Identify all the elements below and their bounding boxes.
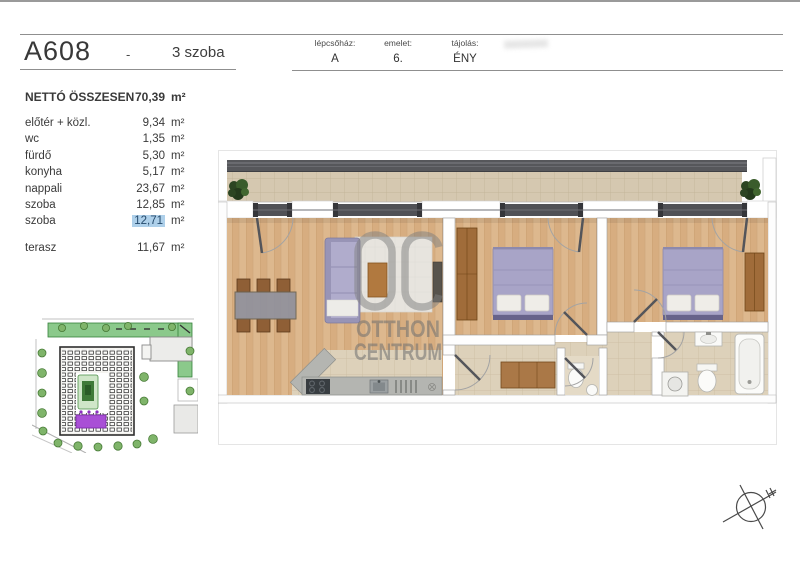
area-row: konyha 5,17 m²: [0, 166, 200, 181]
meta-staircase: lépcsőház: A: [300, 38, 370, 65]
room-count: 3 szoba: [172, 44, 225, 61]
floorplan-sheet: A608 - 3 szoba lépcsőház: A emelet: 6. t…: [0, 0, 800, 566]
area-total-row: NETTÓ ÖSSZESEN 70,39 m²: [0, 90, 200, 105]
area-value: 11,67: [90, 242, 165, 254]
header-rule-bottom-right: [292, 70, 783, 71]
area-unit: m²: [171, 215, 184, 227]
area-value: 5,30: [90, 150, 165, 162]
area-row-highlighted: szoba 12,71 m²: [0, 215, 200, 230]
area-label: szoba: [25, 215, 56, 227]
header-rule-top: [20, 34, 783, 35]
area-unit: m²: [171, 117, 184, 129]
area-value: 5,17: [90, 166, 165, 178]
meta-floor-label: emelet:: [363, 38, 433, 48]
hall-wardrobe: [501, 362, 555, 388]
unit-id: A608: [24, 36, 91, 67]
header-rule-bottom-left: [20, 69, 236, 70]
kitchen-sink: [370, 380, 388, 393]
wc-sink: [587, 385, 598, 396]
area-total-unit: m²: [171, 90, 186, 104]
area-total-value: 70,39: [90, 90, 165, 104]
area-unit: m²: [171, 133, 184, 145]
area-row: nappali 23,67 m²: [0, 183, 200, 198]
area-unit: m²: [171, 166, 184, 178]
meta-staircase-value: A: [300, 53, 370, 65]
area-unit: m²: [171, 199, 184, 211]
area-label: fürdő: [25, 150, 51, 162]
meta-floor: emelet: 6.: [363, 38, 433, 65]
area-label: wc: [25, 133, 39, 145]
area-unit: m²: [171, 183, 184, 195]
terrace-divider: [763, 158, 776, 202]
site-courtyard: [76, 373, 108, 413]
washing-machine: [662, 372, 688, 396]
area-unit: m²: [171, 150, 184, 162]
wall-shadow: [227, 218, 768, 223]
meta-floor-value: 6.: [363, 53, 433, 65]
coffee-table: [368, 263, 387, 297]
area-row: wc 1,35 m²: [0, 133, 200, 148]
area-value: 12,85: [90, 199, 165, 211]
area-value: 23,67: [90, 183, 165, 195]
terrace-railing: [227, 160, 747, 172]
north-arrow: [723, 485, 776, 529]
bathroom-toilet: [697, 364, 717, 392]
area-value-highlighted: 12,71: [132, 215, 165, 227]
area-row: fürdő 5,30 m²: [0, 150, 200, 165]
meta-staircase-label: lépcsőház:: [300, 38, 370, 48]
area-value: 9,34: [90, 117, 165, 129]
top-border: [0, 0, 800, 2]
area-label: konyha: [25, 166, 62, 178]
bathroom-sink: [695, 332, 722, 346]
meta-orientation-label: tájolás:: [430, 38, 500, 48]
header-separator: -: [126, 47, 130, 62]
dining-set: [235, 279, 296, 332]
floor-plan: OTTHON CENTRUM: [218, 150, 777, 445]
area-label: szoba: [25, 199, 56, 211]
area-label: nappali: [25, 183, 62, 195]
compass-icon: [720, 477, 782, 533]
area-terrace-row: terasz 11,67 m²: [0, 242, 200, 257]
area-label: terasz: [25, 242, 56, 254]
area-row: előtér + közl. 9,34 m²: [0, 117, 200, 132]
terrace: [227, 158, 776, 202]
bathtub: [735, 334, 764, 394]
stove: [306, 379, 330, 394]
bed-1: [493, 247, 553, 320]
bed-2: [663, 247, 723, 320]
area-row: szoba 12,85 m²: [0, 199, 200, 214]
area-label: előtér + közl.: [25, 117, 91, 129]
area-value: 1,35: [90, 133, 165, 145]
meta-orientation: tájolás: ÉNY: [430, 38, 500, 65]
area-unit: m²: [171, 242, 184, 254]
faded-artifact: [504, 39, 548, 49]
meta-orientation-value: ÉNY: [430, 53, 500, 65]
site-building: [60, 347, 134, 435]
bedroom-2: [663, 247, 764, 320]
watermark-text-2: CENTRUM: [354, 339, 442, 366]
site-plan: [32, 317, 198, 453]
